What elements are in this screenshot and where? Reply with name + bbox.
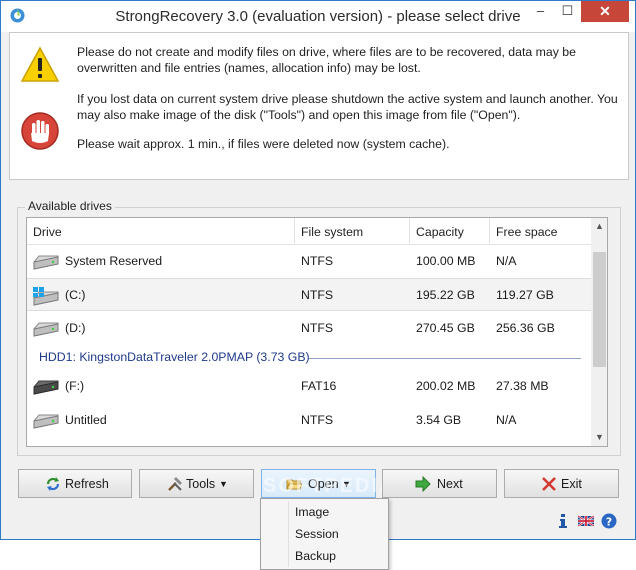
drive-file-system: NTFS: [301, 413, 334, 427]
column-header-free-space[interactable]: Free space: [490, 218, 591, 245]
menu-item-backup[interactable]: Backup: [262, 545, 387, 567]
drive-row[interactable]: (F:) FAT16 200.02 MB 27.38 MB: [27, 370, 591, 403]
vertical-scrollbar[interactable]: ▲ ▼: [591, 218, 607, 446]
exit-button[interactable]: Exit: [504, 469, 619, 498]
drive-list[interactable]: Drive File system Capacity Free space Sy…: [26, 217, 608, 447]
drive-file-system: FAT16: [301, 379, 337, 393]
hard-drive-icon: [33, 255, 59, 270]
exit-label: Exit: [561, 477, 582, 491]
drive-free-space: N/A: [496, 413, 517, 427]
refresh-button[interactable]: Refresh: [18, 469, 132, 498]
drive-capacity: 100.00 MB: [416, 254, 476, 268]
stop-hand-icon: [21, 112, 59, 150]
drive-file-system: NTFS: [301, 254, 334, 268]
open-dropdown-menu: Image Session Backup: [260, 498, 389, 570]
refresh-icon: [46, 477, 60, 491]
column-header-capacity[interactable]: Capacity: [410, 218, 490, 245]
drive-capacity: 195.22 GB: [416, 288, 475, 302]
title-bar[interactable]: StrongRecovery 3.0 (evaluation version) …: [1, 1, 635, 32]
drive-name: System Reserved: [65, 254, 163, 268]
windows-drive-icon: [33, 287, 59, 306]
minimize-button[interactable]: –: [527, 1, 554, 22]
drive-free-space: 27.38 MB: [496, 379, 549, 393]
app-window: StrongRecovery 3.0 (evaluation version) …: [0, 0, 636, 540]
drive-name: (C:): [65, 288, 86, 302]
drive-capacity: 200.02 MB: [416, 379, 476, 393]
notice-panel: Please do not create and modify files on…: [9, 32, 629, 180]
notice-text-2: If you lost data on current system drive…: [77, 92, 618, 122]
help-icon[interactable]: ?: [601, 513, 617, 529]
drive-free-space: N/A: [496, 254, 517, 268]
drive-free-space: 256.36 GB: [496, 321, 555, 335]
svg-text:?: ?: [606, 516, 612, 529]
drive-name: (F:): [65, 379, 85, 393]
removable-drive-icon: [33, 380, 59, 395]
tools-button[interactable]: Tools ▼: [139, 469, 254, 498]
menu-item-image[interactable]: Image: [262, 501, 387, 523]
hard-drive-icon: [33, 322, 59, 337]
drive-free-space: 119.27 GB: [496, 288, 554, 302]
drive-row[interactable]: System Reserved NTFS 100.00 MB N/A: [27, 245, 591, 278]
next-label: Next: [437, 477, 463, 491]
next-arrow-icon: [415, 476, 431, 492]
drive-capacity: 3.54 GB: [416, 413, 462, 427]
notice-text-1: Please do not create and modify files on…: [77, 45, 576, 75]
tools-icon: [168, 477, 182, 491]
drive-capacity: 270.45 GB: [416, 321, 475, 335]
uk-flag-icon[interactable]: [578, 513, 594, 529]
scrollbar-thumb[interactable]: [593, 252, 606, 367]
drive-file-system: NTFS: [301, 288, 334, 302]
drive-name: (D:): [65, 321, 86, 335]
drive-row-selected[interactable]: (C:) NTFS 195.22 GB 119.27 GB: [27, 278, 591, 311]
drive-file-system: NTFS: [301, 321, 334, 335]
drive-name: Untitled: [65, 413, 107, 427]
dropdown-arrow-icon: ▼: [219, 479, 228, 489]
notice-text-3: Please wait approx. 1 min., if files wer…: [77, 137, 450, 151]
info-icon[interactable]: [555, 513, 571, 529]
scroll-up-arrow-icon[interactable]: ▲: [591, 218, 607, 235]
tools-label: Tools: [186, 477, 216, 491]
drive-row[interactable]: Untitled NTFS 3.54 GB N/A: [27, 404, 591, 437]
available-drives-label: Available drives: [25, 199, 115, 213]
disk-group-header: HDD1: KingstonDataTraveler 2.0PMAP (3.73…: [39, 350, 310, 364]
refresh-label: Refresh: [65, 477, 109, 491]
menu-item-session[interactable]: Session: [262, 523, 387, 545]
warning-icon: [20, 46, 60, 82]
exit-x-icon: [542, 477, 556, 491]
maximize-button[interactable]: ☐: [554, 1, 581, 22]
group-divider: [309, 358, 581, 359]
close-button[interactable]: ✕: [581, 1, 629, 22]
next-button[interactable]: Next: [382, 469, 497, 498]
scroll-down-arrow-icon[interactable]: ▼: [591, 429, 607, 446]
drive-row[interactable]: (D:) NTFS 270.45 GB 256.36 GB: [27, 312, 591, 345]
column-header-file-system[interactable]: File system: [295, 218, 410, 245]
list-header: Drive File system Capacity Free space: [27, 218, 591, 245]
column-header-drive[interactable]: Drive: [27, 218, 295, 245]
hard-drive-icon: [33, 414, 59, 429]
watermark: SOFTPEDIA: [263, 475, 396, 497]
